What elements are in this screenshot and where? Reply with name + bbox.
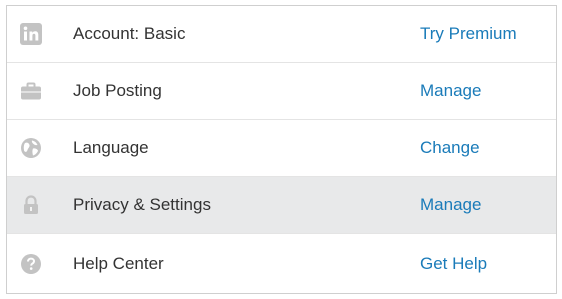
manage-privacy-link[interactable]: Manage [420, 195, 481, 215]
account-menu: Account: Basic Try Premium Job Posting M… [6, 5, 557, 294]
menu-row-job-posting[interactable]: Job Posting Manage [7, 63, 556, 120]
globe-icon [20, 137, 42, 159]
menu-row-help-center[interactable]: Help Center Get Help [7, 234, 556, 293]
menu-row-privacy-settings[interactable]: Privacy & Settings Manage [7, 177, 556, 234]
privacy-settings-label: Privacy & Settings [73, 195, 211, 214]
job-posting-label: Job Posting [73, 81, 162, 100]
manage-job-posting-link[interactable]: Manage [420, 81, 481, 101]
briefcase-icon [20, 80, 42, 102]
change-language-link[interactable]: Change [420, 138, 480, 158]
lock-icon [20, 194, 42, 216]
menu-row-account[interactable]: Account: Basic Try Premium [7, 6, 556, 63]
try-premium-link[interactable]: Try Premium [420, 24, 517, 44]
help-center-label: Help Center [73, 253, 164, 273]
get-help-link[interactable]: Get Help [420, 254, 487, 274]
language-label: Language [73, 138, 149, 157]
help-icon [20, 253, 42, 275]
menu-row-language[interactable]: Language Change [7, 120, 556, 177]
account-label: Account: Basic [73, 24, 186, 43]
linkedin-icon [20, 23, 42, 45]
